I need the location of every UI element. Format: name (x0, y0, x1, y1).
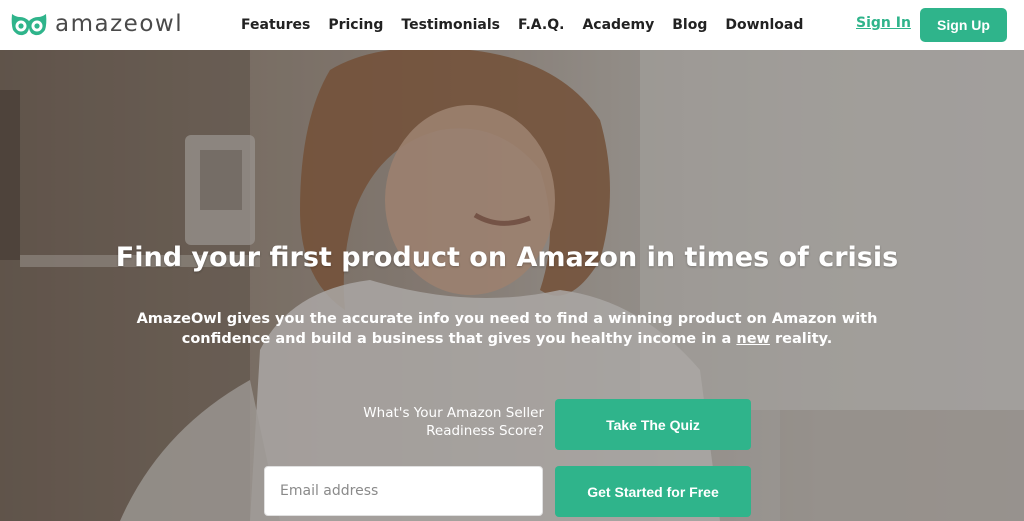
nav-item-faq[interactable]: F.A.Q. (518, 17, 564, 33)
sign-in-link[interactable]: Sign In (856, 15, 911, 31)
hero-title: Find your first product on Amazon in tim… (115, 242, 899, 273)
hero-section: Find your first product on Amazon in tim… (0, 50, 1024, 521)
email-input[interactable] (264, 466, 543, 516)
nav-item-download[interactable]: Download (725, 17, 803, 33)
hero-subtitle-emphasis: new (736, 331, 770, 347)
nav-item-testimonials[interactable]: Testimonials (401, 17, 500, 33)
hero-subtitle-end: reality. (769, 331, 833, 347)
owl-logo-icon (9, 11, 49, 37)
sign-up-button[interactable]: Sign Up (920, 8, 1007, 42)
logo-text: amazeowl (55, 11, 184, 37)
hero-overlay (0, 50, 1024, 521)
take-quiz-button[interactable]: Take The Quiz (555, 399, 751, 450)
quiz-prompt-line2: Readiness Score? (426, 423, 544, 439)
get-started-button[interactable]: Get Started for Free (555, 466, 751, 517)
nav-item-pricing[interactable]: Pricing (328, 17, 383, 33)
nav-item-academy[interactable]: Academy (582, 17, 654, 33)
nav-item-features[interactable]: Features (241, 17, 310, 33)
nav-item-blog[interactable]: Blog (672, 17, 707, 33)
quiz-prompt-line1: What's Your Amazon Seller (363, 405, 544, 421)
main-nav: Features Pricing Testimonials F.A.Q. Aca… (241, 0, 821, 50)
logo[interactable]: amazeowl (9, 11, 183, 37)
site-header: amazeowl Features Pricing Testimonials F… (0, 0, 1024, 50)
quiz-prompt: What's Your Amazon Seller Readiness Scor… (330, 404, 544, 440)
hero-subtitle: AmazeOwl gives you the accurate info you… (120, 309, 894, 349)
